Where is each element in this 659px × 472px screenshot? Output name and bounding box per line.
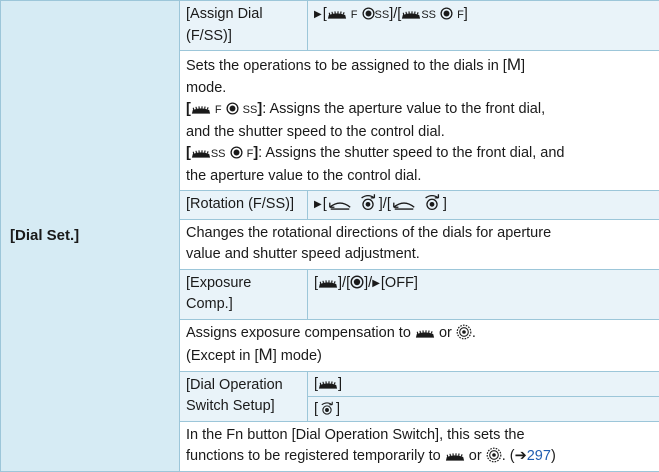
front-dial-icon: [445, 452, 465, 462]
exposure-setting-name: [Exposure Comp.]: [180, 269, 308, 319]
control-dial-icon: [350, 275, 364, 289]
front-dial-icon: [318, 380, 338, 390]
front-dial-icon: [401, 10, 421, 20]
selected-triangle-icon: ▶: [314, 199, 322, 210]
dial-switch-option-front: []: [308, 371, 659, 396]
front-dial-icon: [318, 279, 338, 289]
exposure-description: Assigns exposure compensation to or . (E…: [180, 319, 659, 371]
front-dial-icon: [191, 149, 211, 159]
dial-switch-description: In the Fn button [Dial Operation Switch]…: [180, 421, 659, 471]
control-dial-icon: [440, 7, 453, 20]
rotation-right-icon: [357, 194, 379, 211]
rotation-left-icon: [327, 196, 353, 211]
dial-switch-option-rear: []: [308, 396, 659, 421]
rotation-right-icon: [318, 401, 336, 416]
assign-dial-setting-name: [Assign Dial (F/SS)]: [180, 1, 308, 51]
assign-dial-options: ▶[ F SS]/[SS F]: [308, 1, 659, 51]
front-dial-icon: [191, 105, 211, 115]
rotation-description: Changes the rotational directions of the…: [180, 219, 659, 269]
selected-triangle-icon: ▶: [372, 278, 380, 289]
exposure-options: []/[]/▶[OFF]: [308, 269, 659, 319]
front-dial-icon: [415, 329, 435, 339]
dial-set-table: [Dial Set.] [Assign Dial (F/SS)] ▶[ F SS…: [0, 0, 659, 472]
rotation-setting-name: [Rotation (F/SS)]: [180, 191, 308, 220]
front-dial-icon: [327, 10, 347, 20]
dial-set-label: [Dial Set.]: [1, 1, 180, 472]
rear-dial-icon: [456, 324, 472, 340]
control-dial-icon: [226, 102, 239, 115]
page-reference-link[interactable]: 297: [527, 448, 551, 464]
rotation-options: ▶[ ]/[ ]: [308, 191, 659, 220]
assign-dial-description: Sets the operations to be assigned to th…: [180, 51, 659, 191]
rear-dial-icon: [486, 447, 502, 463]
control-dial-icon: [362, 7, 375, 20]
control-dial-icon: [230, 146, 243, 159]
dial-switch-setting-name: [Dial Operation Switch Setup]: [180, 371, 308, 421]
selected-triangle-icon: ▶: [314, 9, 322, 20]
rotation-left-icon: [391, 196, 417, 211]
reference-arrow-icon: ➔: [515, 448, 527, 464]
rotation-right-icon: [421, 194, 443, 211]
